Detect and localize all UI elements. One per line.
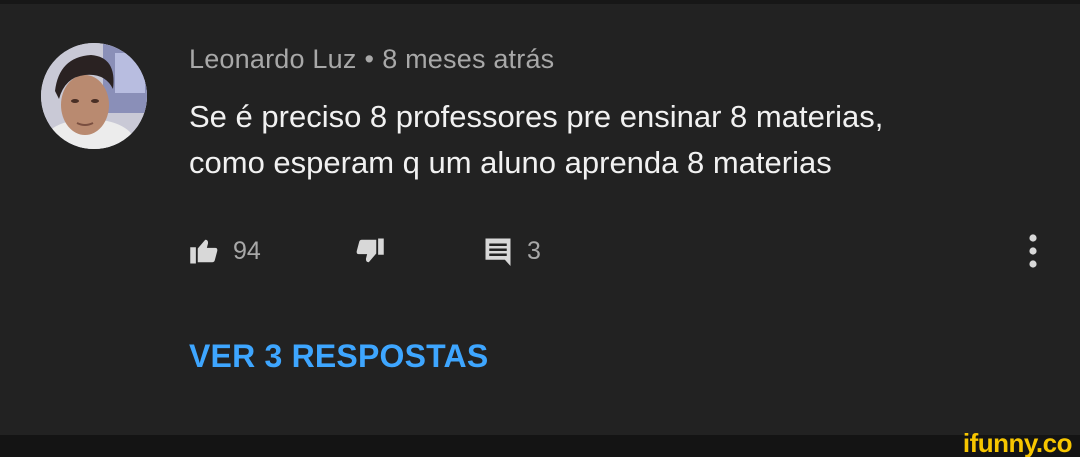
meta-separator: • bbox=[364, 44, 375, 74]
more-vertical-icon bbox=[1029, 234, 1037, 268]
thumbs-up-icon bbox=[190, 239, 218, 264]
comment-screen: Leonardo Luz • 8 meses atrás Se é preciso … bbox=[0, 0, 1080, 457]
comment-text-line-2: como esperam q um aluno aprenda 8 materi… bbox=[189, 145, 832, 180]
comment-timestamp: 8 meses atrás bbox=[382, 44, 555, 74]
like-button[interactable]: 94 bbox=[189, 228, 261, 274]
thumbs-down-icon bbox=[356, 238, 384, 263]
dislike-button[interactable] bbox=[355, 228, 385, 274]
more-options-button[interactable] bbox=[1018, 228, 1048, 274]
author-name[interactable]: Leonardo Luz bbox=[189, 44, 357, 74]
bottom-bar bbox=[0, 435, 1080, 457]
reply-count: 3 bbox=[527, 236, 541, 265]
watermark: ifunny.co bbox=[962, 428, 1073, 457]
avatar[interactable] bbox=[41, 43, 147, 149]
comment-text-line-1: Se é preciso 8 professores pre ensinar 8… bbox=[189, 99, 884, 134]
reply-button[interactable]: 3 bbox=[483, 228, 541, 274]
comment-meta: Leonardo Luz • 8 meses atrás bbox=[189, 44, 554, 75]
avatar-image bbox=[41, 43, 147, 149]
comment-icon bbox=[485, 238, 511, 266]
comment-text: Se é preciso 8 professores pre ensinar 8… bbox=[189, 94, 1039, 186]
view-replies-link[interactable]: VER 3 RESPOSTAS bbox=[189, 338, 488, 375]
like-count: 94 bbox=[233, 236, 261, 265]
top-divider bbox=[0, 0, 1080, 4]
